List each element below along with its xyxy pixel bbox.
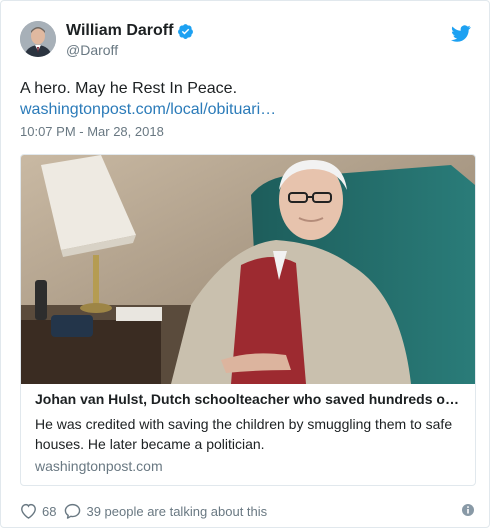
tweet-link[interactable]: washingtonpost.com/local/obituari… (20, 99, 276, 121)
info-icon[interactable] (461, 503, 475, 517)
tweet-timestamp[interactable]: 10:07 PM - Mar 28, 2018 (20, 124, 164, 139)
avatar[interactable] (20, 21, 56, 57)
link-card[interactable]: Johan van Hulst, Dutch schoolteacher who… (20, 154, 476, 486)
twitter-bird-icon[interactable] (451, 25, 471, 42)
author-name[interactable]: William Daroff (66, 22, 173, 40)
tweet-header: William Daroff @Daroff (20, 21, 477, 63)
embedded-tweet: William Daroff @Daroff A hero. May he Re… (0, 0, 490, 528)
author-handle[interactable]: @Daroff (66, 42, 194, 58)
tweet-actions: 68 39 people are talking about this (20, 501, 475, 521)
speech-bubble-icon (65, 503, 81, 519)
card-title[interactable]: Johan van Hulst, Dutch schoolteacher who… (35, 390, 463, 409)
tweet-text: A hero. May he Rest In Peace. (20, 80, 238, 97)
conversation-button[interactable]: 39 people are talking about this (64, 503, 267, 519)
card-description: He was credited with saving the children… (35, 416, 453, 452)
card-body: Johan van Hulst, Dutch schoolteacher who… (35, 390, 463, 476)
like-button[interactable]: 68 (20, 503, 56, 519)
card-image[interactable] (21, 155, 475, 384)
talking-count: 39 people are talking about this (86, 503, 268, 519)
verified-badge-icon (178, 23, 194, 39)
like-count: 68 (42, 503, 57, 519)
card-domain: washingtonpost.com (35, 458, 163, 474)
heart-icon (21, 503, 36, 519)
